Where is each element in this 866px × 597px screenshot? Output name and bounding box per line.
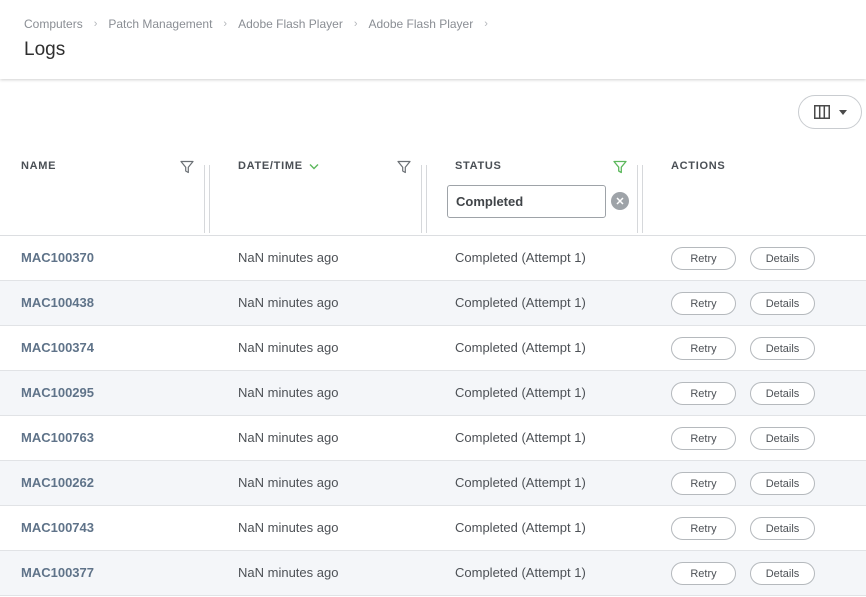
status-cell: Completed (Attempt 1) bbox=[455, 565, 586, 580]
computer-name-link[interactable]: MAC100377 bbox=[21, 565, 94, 580]
retry-button[interactable]: Retry bbox=[671, 337, 736, 360]
date-cell: NaN minutes ago bbox=[238, 430, 339, 445]
table-row: MAC100295 NaN minutes ago Completed (Att… bbox=[0, 371, 866, 416]
retry-button[interactable]: Retry bbox=[671, 292, 736, 315]
filter-icon[interactable] bbox=[397, 160, 411, 174]
column-header-datetime-label: DATE/TIME bbox=[238, 160, 303, 172]
status-cell: Completed (Attempt 1) bbox=[455, 430, 586, 445]
filter-active-icon[interactable] bbox=[613, 160, 627, 174]
status-filter-input[interactable] bbox=[447, 185, 606, 218]
computer-name-link[interactable]: MAC100743 bbox=[21, 520, 94, 535]
computer-name-link[interactable]: MAC100374 bbox=[21, 340, 94, 355]
status-cell: Completed (Attempt 1) bbox=[455, 340, 586, 355]
details-button[interactable]: Details bbox=[750, 382, 815, 405]
details-button[interactable]: Details bbox=[750, 517, 815, 540]
page-header: Computers › Patch Management › Adobe Fla… bbox=[0, 0, 866, 79]
columns-icon bbox=[813, 105, 830, 119]
chevron-right-icon: › bbox=[353, 18, 358, 30]
computer-name-link[interactable]: MAC100295 bbox=[21, 385, 94, 400]
date-cell: NaN minutes ago bbox=[238, 295, 339, 310]
retry-button[interactable]: Retry bbox=[671, 247, 736, 270]
details-button[interactable]: Details bbox=[750, 337, 815, 360]
status-cell: Completed (Attempt 1) bbox=[455, 520, 586, 535]
table-row: MAC100370 NaN minutes ago Completed (Att… bbox=[0, 236, 866, 281]
column-resize-handle[interactable] bbox=[421, 165, 427, 233]
details-button[interactable]: Details bbox=[750, 427, 815, 450]
date-cell: NaN minutes ago bbox=[238, 565, 339, 580]
date-cell: NaN minutes ago bbox=[238, 250, 339, 265]
page-title: Logs bbox=[24, 39, 66, 60]
breadcrumb: Computers › Patch Management › Adobe Fla… bbox=[24, 17, 499, 31]
column-picker-button[interactable] bbox=[798, 95, 862, 129]
computer-name-link[interactable]: MAC100370 bbox=[21, 250, 94, 265]
computer-name-link[interactable]: MAC100262 bbox=[21, 475, 94, 490]
date-cell: NaN minutes ago bbox=[238, 340, 339, 355]
chevron-right-icon: › bbox=[484, 18, 488, 30]
table-row: MAC100374 NaN minutes ago Completed (Att… bbox=[0, 326, 866, 371]
caret-down-icon bbox=[838, 109, 847, 115]
status-cell: Completed (Attempt 1) bbox=[455, 385, 586, 400]
column-header-name[interactable]: NAME bbox=[21, 160, 56, 172]
details-button[interactable]: Details bbox=[750, 472, 815, 495]
chevron-right-icon: › bbox=[93, 18, 98, 30]
date-cell: NaN minutes ago bbox=[238, 520, 339, 535]
retry-button[interactable]: Retry bbox=[671, 517, 736, 540]
retry-button[interactable]: Retry bbox=[671, 427, 736, 450]
status-cell: Completed (Attempt 1) bbox=[455, 295, 586, 310]
table-row: MAC100763 NaN minutes ago Completed (Att… bbox=[0, 416, 866, 461]
status-cell: Completed (Attempt 1) bbox=[455, 250, 586, 265]
breadcrumb-computers[interactable]: Computers bbox=[24, 17, 83, 31]
retry-button[interactable]: Retry bbox=[671, 562, 736, 585]
date-cell: NaN minutes ago bbox=[238, 385, 339, 400]
breadcrumb-adobe-flash-player-2[interactable]: Adobe Flash Player bbox=[369, 17, 474, 31]
date-cell: NaN minutes ago bbox=[238, 475, 339, 490]
details-button[interactable]: Details bbox=[750, 247, 815, 270]
column-header-actions: ACTIONS bbox=[671, 160, 726, 172]
clear-filter-button[interactable] bbox=[611, 192, 629, 210]
close-icon bbox=[616, 197, 624, 205]
column-resize-handle[interactable] bbox=[637, 165, 643, 233]
computer-name-link[interactable]: MAC100763 bbox=[21, 430, 94, 445]
breadcrumb-adobe-flash-player[interactable]: Adobe Flash Player bbox=[238, 17, 343, 31]
column-resize-handle[interactable] bbox=[204, 165, 210, 233]
table-row: MAC100377 NaN minutes ago Completed (Att… bbox=[0, 551, 866, 596]
computer-name-link[interactable]: MAC100438 bbox=[21, 295, 94, 310]
table-row: MAC100438 NaN minutes ago Completed (Att… bbox=[0, 281, 866, 326]
status-cell: Completed (Attempt 1) bbox=[455, 475, 586, 490]
chevron-right-icon: › bbox=[223, 18, 228, 30]
filter-icon[interactable] bbox=[180, 160, 194, 174]
column-header-datetime[interactable]: DATE/TIME bbox=[238, 160, 319, 172]
retry-button[interactable]: Retry bbox=[671, 382, 736, 405]
details-button[interactable]: Details bbox=[750, 562, 815, 585]
details-button[interactable]: Details bbox=[750, 292, 815, 315]
column-header-status[interactable]: STATUS bbox=[455, 160, 502, 172]
retry-button[interactable]: Retry bbox=[671, 472, 736, 495]
table-row: MAC100743 NaN minutes ago Completed (Att… bbox=[0, 506, 866, 551]
breadcrumb-patch-management[interactable]: Patch Management bbox=[108, 17, 212, 31]
chevron-down-icon bbox=[309, 163, 319, 169]
table-row: MAC100262 NaN minutes ago Completed (Att… bbox=[0, 461, 866, 506]
